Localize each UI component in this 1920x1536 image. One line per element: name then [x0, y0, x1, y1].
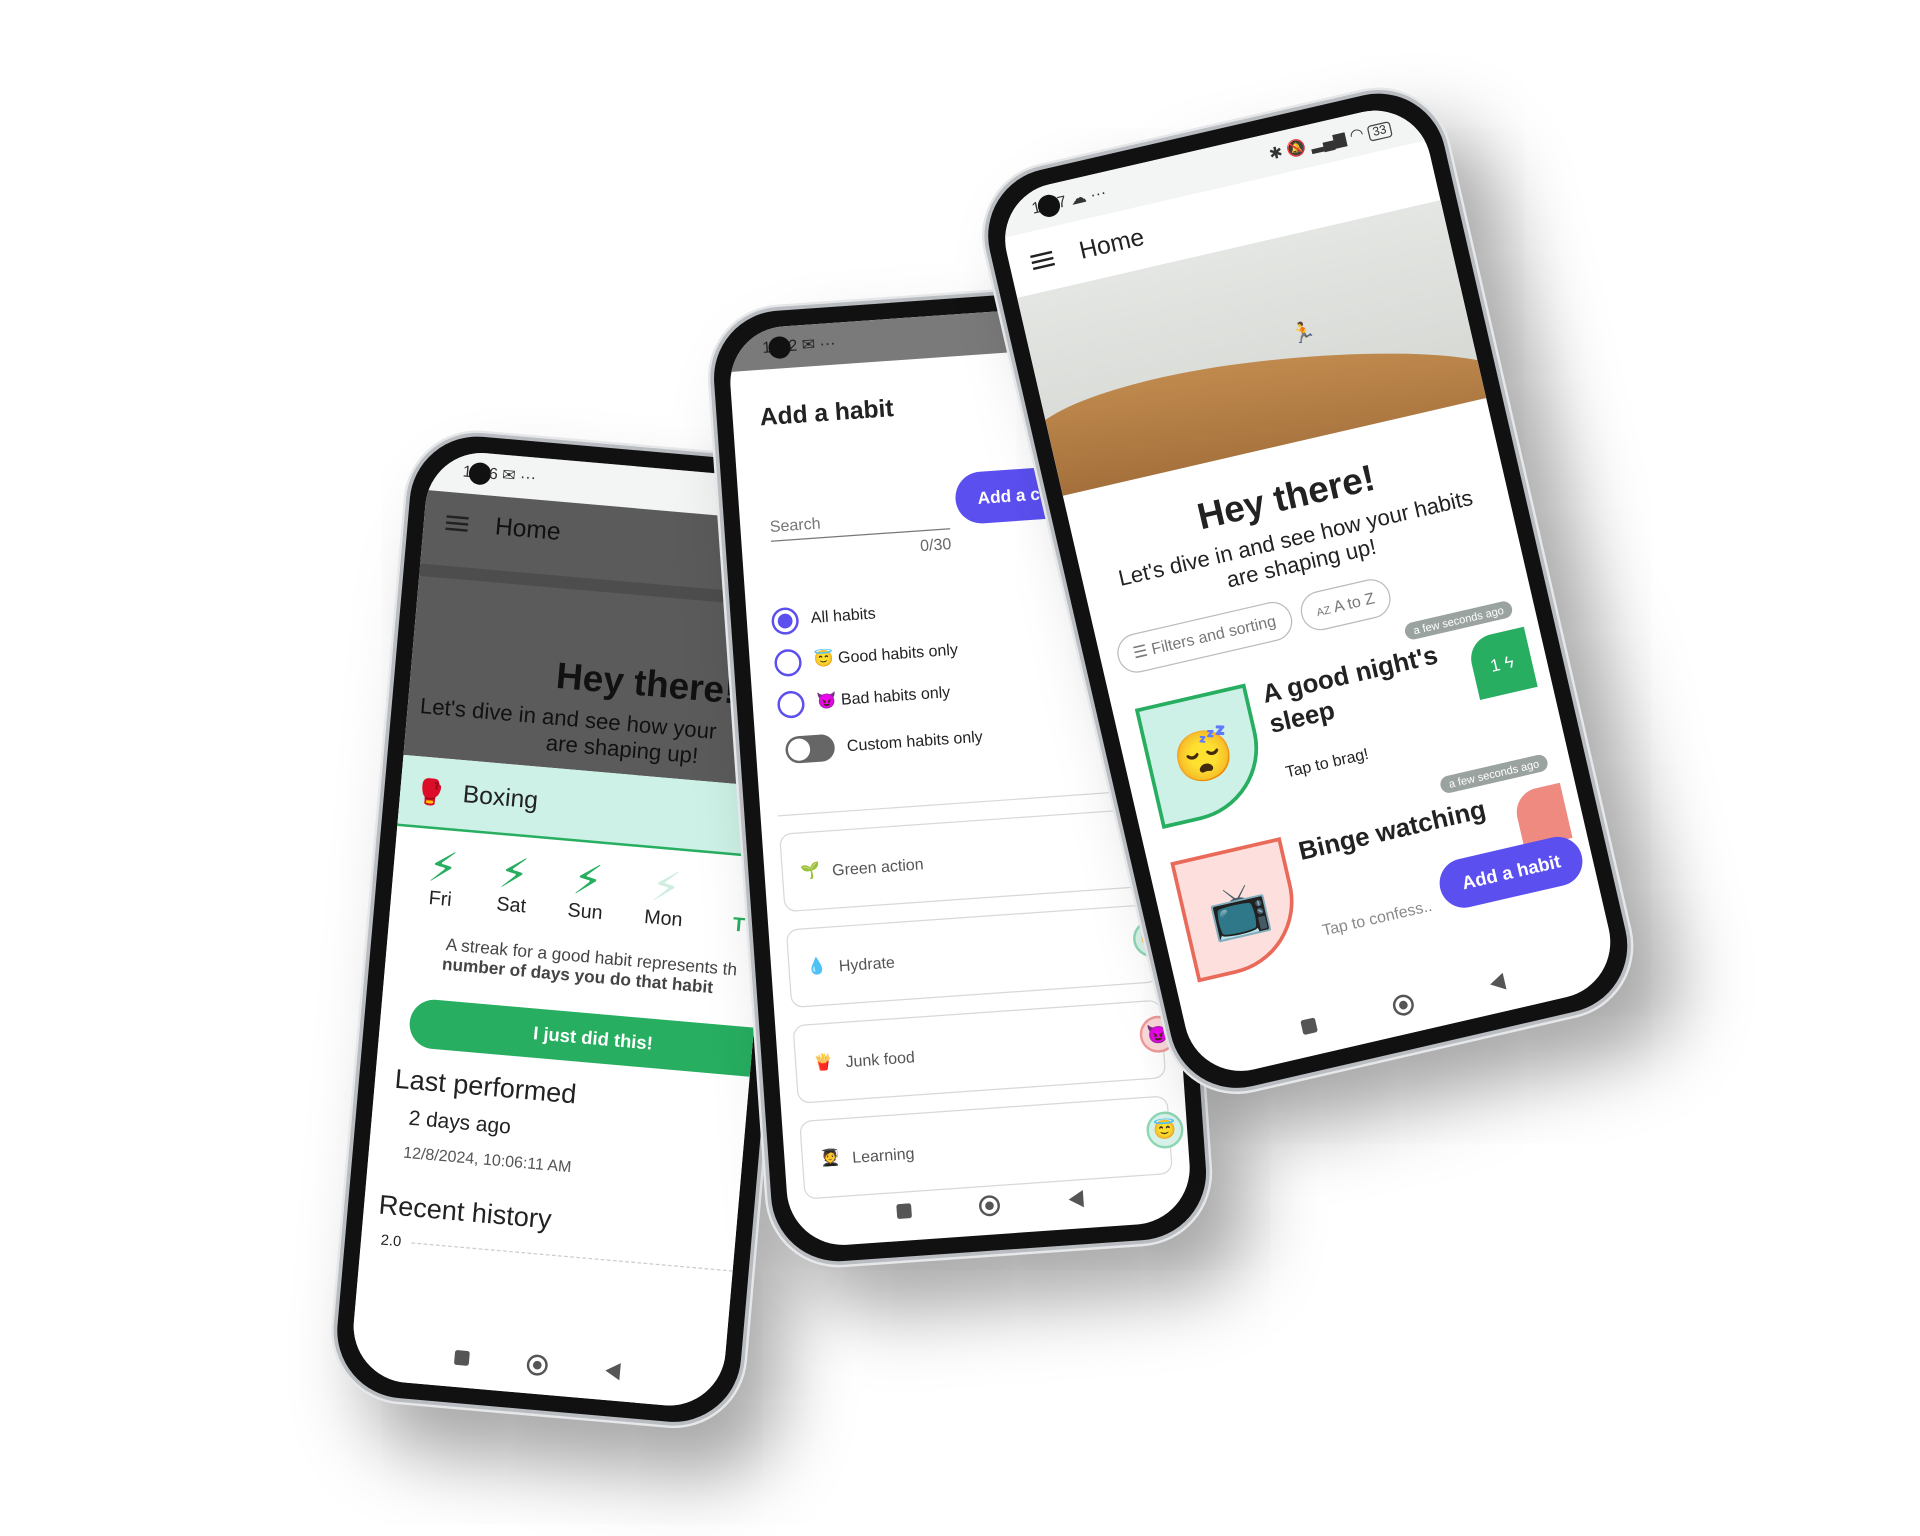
- i-just-did-this-button[interactable]: I just did this!: [407, 997, 779, 1079]
- back-button[interactable]: [1488, 972, 1507, 993]
- page-title: Home: [1076, 223, 1147, 265]
- y-axis-tick: 2.0: [380, 1231, 403, 1251]
- streak-counter: 1 ϟ: [1466, 626, 1538, 701]
- bolt-icon: ϟ: [1502, 651, 1516, 673]
- status-time: 16 ✉ ···: [462, 461, 537, 487]
- seedling-icon: 🌱: [799, 860, 821, 881]
- bolt-icon: ⚡︎: [426, 843, 460, 893]
- sort-az-icon: AZ: [1315, 603, 1332, 619]
- habit-hint: Tap to confess..: [1320, 896, 1434, 940]
- menu-icon[interactable]: [445, 515, 469, 532]
- fries-icon: 🍟: [812, 1052, 835, 1072]
- habit-card-junk-food[interactable]: 🍟 Junk food 😈: [792, 999, 1178, 1104]
- page-title: Home: [493, 512, 562, 546]
- habit-title: Binge watching: [1296, 795, 1489, 867]
- home-button[interactable]: [978, 1193, 1002, 1217]
- bolt-icon: ⚡︎: [497, 849, 531, 900]
- gmail-icon: ✉ ···: [501, 465, 537, 487]
- toggle-switch[interactable]: [784, 733, 836, 765]
- recents-button[interactable]: [896, 1203, 912, 1220]
- habit-name: Boxing: [461, 780, 540, 815]
- good-badge-icon: 😇: [1145, 1110, 1185, 1150]
- menu-icon[interactable]: [1030, 250, 1056, 271]
- day-fri: ⚡︎ Fri: [426, 843, 460, 911]
- bottom-sheet: 🥊 Boxing ⚡︎Fri ⚡︎Sat ⚡︎Sun ⚡︎Mon ⚡︎T A s…: [348, 754, 779, 1411]
- radio-button: [773, 647, 803, 677]
- day-mon: ⚡︎ Mon: [643, 863, 687, 932]
- radio-button: [776, 689, 806, 719]
- bolt-icon: ⚡︎: [571, 856, 605, 906]
- habit-card-green-action[interactable]: 🌱Green action😇: [779, 807, 1165, 913]
- cloud-icon: ☁ ···: [1068, 182, 1108, 209]
- recents-button[interactable]: [453, 1349, 470, 1366]
- add-a-habit-button[interactable]: Add a habit: [1435, 831, 1588, 913]
- boxing-glove-icon: 🥊: [413, 777, 447, 808]
- status-time: 17 ☁ ···: [1029, 182, 1108, 220]
- student-icon: 🧑‍🎓: [819, 1147, 841, 1168]
- habit-title: A good night's sleep: [1259, 641, 1441, 740]
- home-button[interactable]: [525, 1353, 549, 1376]
- battery-icon: 33: [1366, 120, 1393, 142]
- day-sat: ⚡︎ Sat: [495, 849, 531, 918]
- devil-icon: 😈: [815, 690, 838, 711]
- list-icon: ☰: [1131, 640, 1150, 663]
- habit-list: 🌱Green action😇 💧Hydrate😇 🍟Junk food😈 🧑‍🎓…: [762, 807, 1190, 1201]
- recents-button[interactable]: [1300, 1017, 1318, 1036]
- home-button[interactable]: [1390, 991, 1416, 1018]
- radio-button: [770, 606, 800, 635]
- back-button[interactable]: [1068, 1190, 1085, 1209]
- bolt-icon: ⚡︎: [649, 863, 683, 913]
- habit-hint: Tap to brag!: [1283, 744, 1371, 782]
- droplet-icon: 💧: [806, 956, 828, 977]
- gmail-icon: ✉ ···: [801, 333, 837, 354]
- tv-icon: 📺: [1170, 837, 1309, 983]
- status-time: 12 ✉ ···: [762, 333, 837, 360]
- angel-icon: 😇: [813, 648, 835, 669]
- day-sun: ⚡︎ Sun: [567, 856, 607, 926]
- habit-cards: a few seconds ago 😴 A good night's sleep…: [1112, 599, 1602, 995]
- sort-chip[interactable]: AZ A to Z: [1296, 575, 1395, 635]
- back-button[interactable]: [604, 1361, 622, 1381]
- runner-icon: 🏃: [1288, 320, 1318, 347]
- habit-card-hydrate[interactable]: 💧Hydrate😇: [785, 903, 1172, 1009]
- sleeping-face-icon: 😴: [1134, 683, 1273, 829]
